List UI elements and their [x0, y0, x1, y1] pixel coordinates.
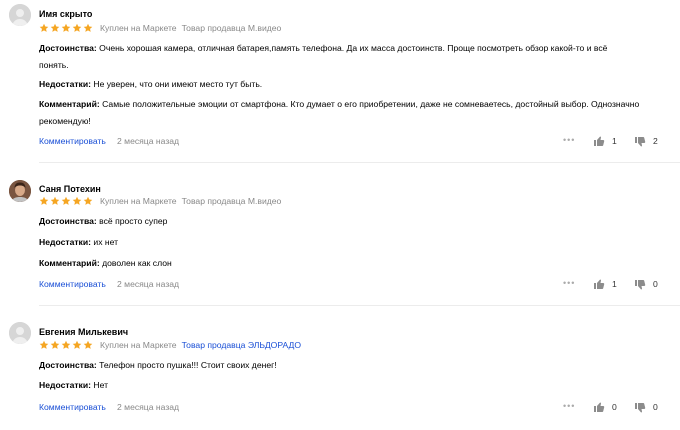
cons-block: Недостатки: их нет [39, 234, 664, 251]
pros-label: Достоинства: [39, 43, 97, 53]
divider [39, 305, 680, 306]
purchase-info: Куплен на Маркете [100, 340, 177, 350]
cons-block: Недостатки: Не уверен, что они имеют мес… [39, 76, 664, 93]
like-count: 0 [612, 402, 617, 412]
star-icon [50, 23, 60, 33]
more-dots-icon[interactable]: ••• [563, 401, 575, 411]
thumbs-down-icon[interactable] [634, 279, 646, 291]
thumbs-up-icon[interactable] [593, 401, 605, 413]
comment-text-cont: рекомендую! [39, 115, 91, 126]
star-icon [72, 196, 82, 206]
star-icon [39, 23, 49, 33]
cons-label: Недостатки: [39, 237, 91, 247]
pros-text: всё просто супер [99, 216, 168, 226]
cons-text: их нет [93, 237, 119, 247]
dislike-count: 2 [653, 136, 658, 146]
comment-text: Самые положительные эмоции от смартфона.… [102, 99, 640, 109]
seller-info: Товар продавца М.видео [181, 196, 282, 206]
review-author[interactable]: Саня Потехин [39, 184, 101, 194]
cons-text: Не уверен, что они имеют место тут быть. [93, 79, 263, 89]
thumbs-up-icon[interactable] [593, 135, 605, 147]
review-date: 2 месяца назад [117, 279, 180, 289]
pros-text: Очень хорошая камера, отличная батарея,п… [99, 43, 608, 53]
pros-label: Достоинства: [39, 216, 97, 226]
comment-label: Комментарий: [39, 99, 100, 109]
comment-label: Комментарий: [39, 258, 100, 268]
star-icon [50, 340, 60, 350]
cons-label: Недостатки: [39, 380, 91, 390]
rating-stars [39, 23, 94, 33]
rating-stars [39, 196, 94, 206]
star-icon [72, 340, 82, 350]
star-icon [39, 196, 49, 206]
like-count: 1 [612, 279, 617, 289]
review-date: 2 месяца назад [117, 402, 180, 412]
pros-text-cont: понять. [39, 59, 69, 70]
review-footer: Комментировать 2 месяца назад ••• 1 2 [39, 135, 664, 148]
star-icon [61, 23, 71, 33]
star-icon [83, 340, 93, 350]
star-icon [72, 23, 82, 33]
pros-block: Достоинства: всё просто супер [39, 213, 664, 230]
review-author[interactable]: Имя скрыто [39, 9, 92, 19]
cons-block: Недостатки: Нет [39, 377, 664, 394]
comment-link[interactable]: Комментировать [39, 279, 106, 289]
cons-label: Недостатки: [39, 79, 91, 89]
divider [39, 162, 680, 163]
person-silhouette-icon[interactable] [9, 4, 31, 26]
rating-stars [39, 340, 94, 350]
cons-text: Нет [93, 380, 109, 390]
star-icon [39, 340, 49, 350]
comment-link[interactable]: Комментировать [39, 136, 106, 146]
review-meta: Куплен на Маркете Товар продавца ЭЛЬДОРА… [39, 339, 301, 351]
thumbs-down-icon[interactable] [634, 402, 646, 414]
review-author[interactable]: Евгения Милькевич [39, 327, 128, 337]
comment-block: Комментарий: доволен как слон [39, 255, 664, 272]
pros-block: Достоинства: Телефон просто пушка!!! Сто… [39, 357, 664, 374]
purchase-info: Куплен на Маркете [100, 196, 177, 206]
dislike-count: 0 [653, 279, 658, 289]
dislike-count: 0 [653, 402, 658, 412]
review-meta: Куплен на Маркете Товар продавца М.видео [39, 22, 281, 34]
star-icon [50, 196, 60, 206]
thumbs-down-icon[interactable] [634, 136, 646, 148]
user-photo-avatar[interactable] [9, 180, 31, 202]
comment-block: Комментарий: Самые положительные эмоции … [39, 96, 664, 129]
comment-text: доволен как слон [102, 258, 172, 268]
star-icon [61, 196, 71, 206]
more-dots-icon[interactable]: ••• [563, 278, 575, 288]
pros-text: Телефон просто пушка!!! Стоит своих дене… [99, 360, 277, 370]
seller-info: Товар продавца М.видео [181, 23, 282, 33]
more-dots-icon[interactable]: ••• [563, 135, 575, 145]
purchase-info: Куплен на Маркете [100, 23, 177, 33]
review-meta: Куплен на Маркете Товар продавца М.видео [39, 195, 281, 207]
seller-link[interactable]: Товар продавца ЭЛЬДОРАДО [182, 340, 301, 350]
review-footer: Комментировать 2 месяца назад ••• 0 0 [39, 401, 664, 414]
star-icon [61, 340, 71, 350]
like-count: 1 [612, 136, 617, 146]
comment-link[interactable]: Комментировать [39, 402, 106, 412]
review-date: 2 месяца назад [117, 136, 180, 146]
review-footer: Комментировать 2 месяца назад ••• 1 0 [39, 278, 664, 291]
thumbs-up-icon[interactable] [593, 278, 605, 290]
star-icon [83, 23, 93, 33]
pros-block: Достоинства: Очень хорошая камера, отлич… [39, 40, 664, 73]
star-icon [83, 196, 93, 206]
pros-label: Достоинства: [39, 360, 97, 370]
person-silhouette-icon[interactable] [9, 322, 31, 344]
